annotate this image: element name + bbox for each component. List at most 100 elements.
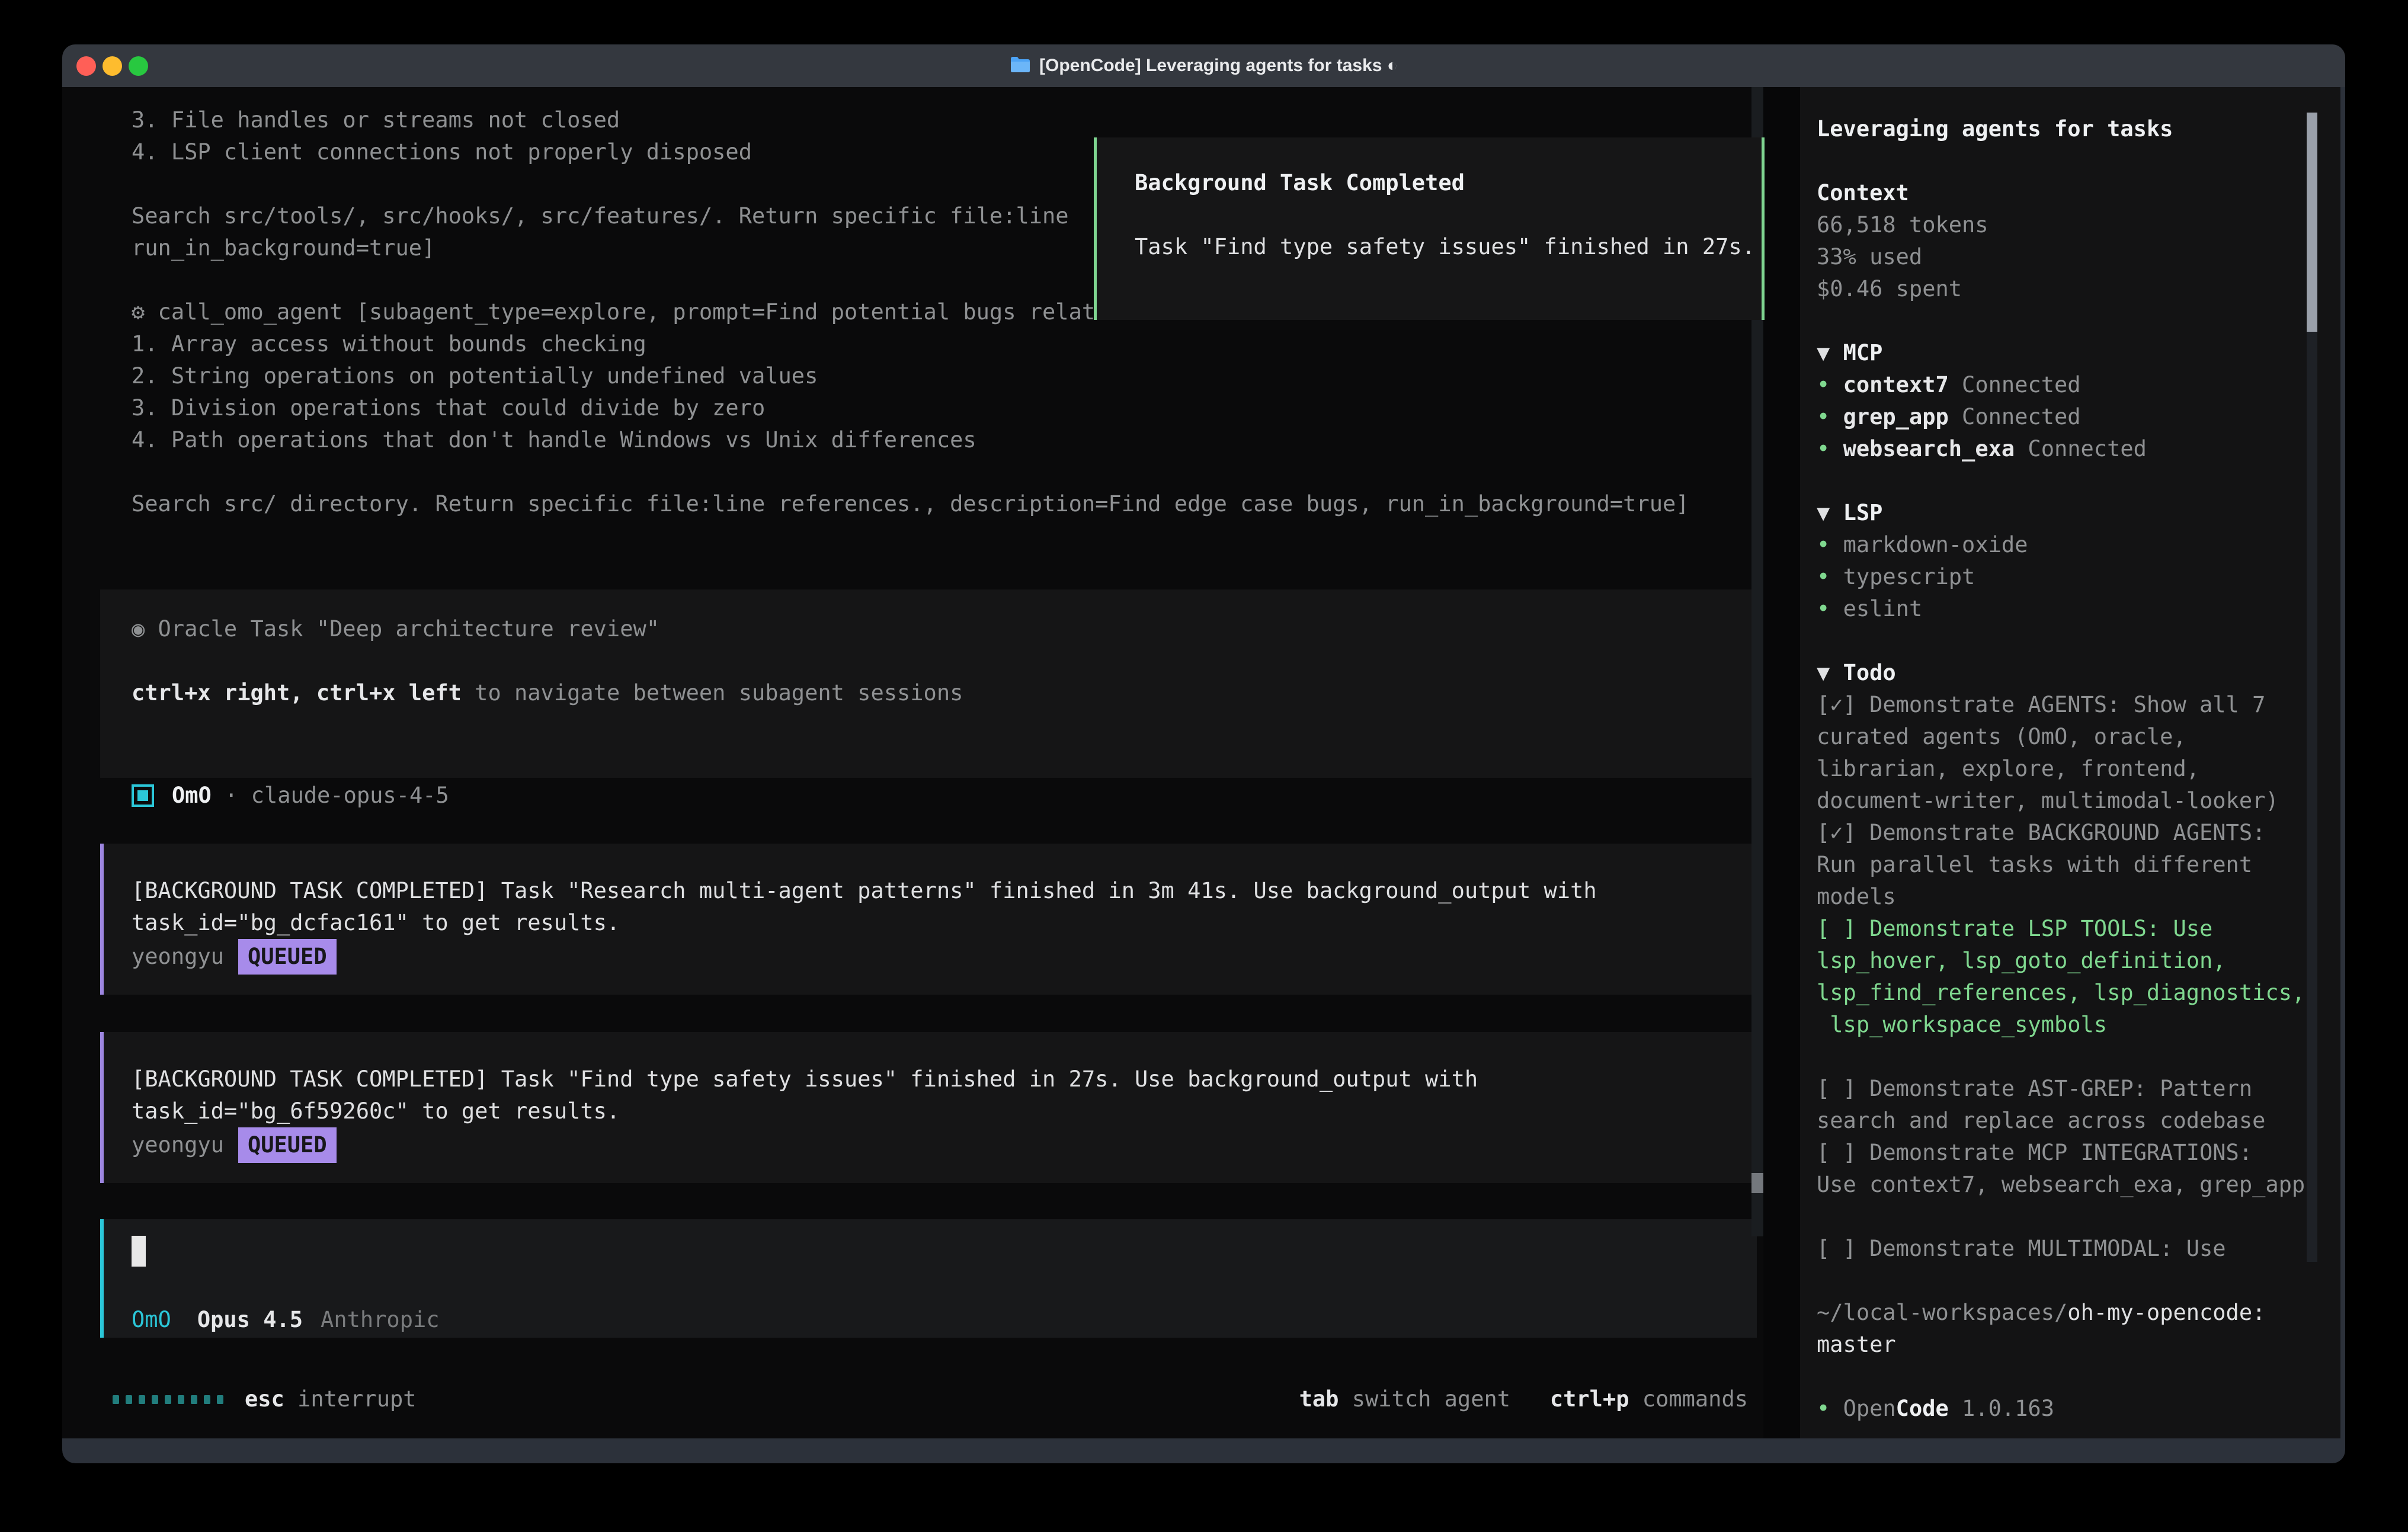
text-segment: task_id="bg_6f59260c" to get results. xyxy=(132,1098,620,1124)
text-line: ctrl+x right, ctrl+x left to navigate be… xyxy=(100,677,1753,709)
text-segment: lsp_hover, lsp_goto_definition, xyxy=(1817,948,2226,973)
chat-main-area[interactable]: 3. File handles or streams not closed 4. … xyxy=(62,87,1763,1438)
minimize-button[interactable] xyxy=(103,56,122,76)
text-line: master xyxy=(1817,1329,2305,1361)
text-segment: Search src/tools/, src/hooks/, src/featu… xyxy=(132,203,1069,229)
activity-dot xyxy=(191,1395,197,1404)
text-segment: • xyxy=(1817,404,1843,430)
text-line xyxy=(1817,145,2305,177)
text-segment: 33% used xyxy=(1817,244,1922,270)
text-line: • typescript xyxy=(1817,561,2305,593)
text-segment: Todo xyxy=(1843,660,1896,685)
text-segment: 4. LSP client connections not properly d… xyxy=(132,139,752,165)
text-line: 66,518 tokens xyxy=(1817,209,2305,241)
text-segment: markdown-oxide xyxy=(1843,532,2028,557)
text-segment: interrupt xyxy=(284,1386,417,1412)
text-segment: grep_app xyxy=(1843,404,1949,430)
input-provider-label: Anthropic xyxy=(321,1307,439,1332)
text-segment: Search src/ directory. Return specific f… xyxy=(132,491,1689,517)
text-segment: • xyxy=(1817,596,1843,621)
text-segment: lsp_workspace_symbols xyxy=(1817,1012,2107,1037)
text-line: Search src/ directory. Return specific f… xyxy=(132,488,1755,520)
text-line xyxy=(1817,305,2305,337)
text-line xyxy=(1817,1265,2305,1297)
input-agent-label: OmO xyxy=(132,1307,171,1332)
text-line xyxy=(132,456,1755,488)
text-line: Run parallel tasks with different xyxy=(1817,849,2305,881)
text-line xyxy=(100,645,1753,677)
opencode-terminal-window: [OpenCode] Leveraging agents for tasks ◐… xyxy=(62,44,2345,1463)
text-line: 1. Array access without bounds checking xyxy=(132,328,1755,360)
text-segment: • xyxy=(1817,532,1843,557)
window-title: [OpenCode] Leveraging agents for tasks ◐ xyxy=(1039,56,1398,76)
sidebar-scrollbar-thumb[interactable] xyxy=(2307,113,2317,332)
text-segment: ~/local-workspaces/ xyxy=(1817,1300,2067,1325)
text-segment: Use context7, websearch_exa, grep_app xyxy=(1817,1172,2305,1197)
text-segment: esc xyxy=(245,1386,284,1412)
text-segment: [✓] Demonstrate BACKGROUND AGENTS: xyxy=(1817,820,2265,845)
text-line: • OpenCode 1.0.163 xyxy=(1817,1393,2305,1425)
text-segment: models xyxy=(1817,884,1896,909)
text-line: • markdown-oxide xyxy=(1817,529,2305,561)
text-segment: [ ] Demonstrate MCP INTEGRATIONS: xyxy=(1817,1140,2252,1165)
text-cursor xyxy=(132,1236,146,1267)
text-segment: ▼ xyxy=(1817,340,1843,366)
text-segment: document-writer, multimodal-looker) xyxy=(1817,788,2279,813)
close-button[interactable] xyxy=(76,56,96,76)
text-segment: • xyxy=(1817,372,1843,398)
background-task-toast[interactable]: Background Task Completed Task "Find typ… xyxy=(1094,137,1765,320)
agent-separator xyxy=(212,783,225,808)
text-line: yeongyuQUEUED xyxy=(104,939,1757,971)
text-segment: • xyxy=(1817,1396,1843,1421)
activity-dot xyxy=(217,1395,223,1404)
text-line: document-writer, multimodal-looker) xyxy=(1817,785,2305,817)
text-line: ~/local-workspaces/oh-my-opencode: xyxy=(1817,1297,2305,1329)
text-segment: $0.46 spent xyxy=(1817,276,1962,302)
window-bottom-edge xyxy=(62,1438,2345,1463)
text-line: models xyxy=(1817,881,2305,913)
text-line xyxy=(1817,465,2305,497)
text-segment: [ ] Demonstrate LSP TOOLS: Use xyxy=(1817,916,2212,941)
text-line: 4. Path operations that don't handle Win… xyxy=(132,424,1755,456)
sidebar-scrollbar-track[interactable] xyxy=(2307,113,2317,1262)
text-segment: search and replace across codebase xyxy=(1817,1108,2265,1133)
text-line: ▼ LSP xyxy=(1817,497,2305,529)
text-segment: 3. File handles or streams not closed xyxy=(132,107,620,133)
text-line: [✓] Demonstrate AGENTS: Show all 7 xyxy=(1817,689,2305,721)
session-sidebar[interactable]: Leveraging agents for tasksContext66,518… xyxy=(1800,87,2340,1438)
agent-name: OmO xyxy=(172,783,212,808)
statusbar-left-hints: esc interrupt xyxy=(245,1380,417,1418)
text-segment: to navigate between subagent sessions xyxy=(462,680,963,706)
text-segment: ▼ xyxy=(1817,500,1843,525)
text-segment: MCP xyxy=(1843,340,1883,366)
text-segment: [BACKGROUND TASK COMPLETED] Task "Resear… xyxy=(132,878,1597,903)
text-line: task_id="bg_dcfac161" to get results. xyxy=(104,907,1757,939)
text-line: search and replace across codebase xyxy=(1817,1105,2305,1137)
titlebar: [OpenCode] Leveraging agents for tasks ◐ xyxy=(62,44,2345,87)
window-title-group: [OpenCode] Leveraging agents for tasks ◐ xyxy=(1010,56,1398,76)
screen: [OpenCode] Leveraging agents for tasks ◐… xyxy=(0,0,2408,1532)
toast-title: Background Task Completed xyxy=(1135,170,1465,195)
text-segment: context7 xyxy=(1843,372,1949,398)
text-line: [BACKGROUND TASK COMPLETED] Task "Find t… xyxy=(104,1063,1757,1095)
text-line: $0.46 spent xyxy=(1817,273,2305,305)
zoom-button[interactable] xyxy=(129,56,148,76)
text-segment: Leveraging agents for tasks xyxy=(1817,116,2173,142)
agent-sep-dot: · xyxy=(225,783,238,808)
agent-checkbox-icon xyxy=(132,784,154,807)
text-line: Use context7, websearch_exa, grep_app xyxy=(1817,1169,2305,1201)
main-scrollbar-thumb[interactable] xyxy=(1751,1173,1763,1193)
text-segment: task_id="bg_dcfac161" to get results. xyxy=(132,910,620,935)
text-line: [ ] Demonstrate AST-GREP: Pattern xyxy=(1817,1073,2305,1105)
activity-dot xyxy=(152,1395,158,1404)
prompt-input[interactable]: OmOOpus 4.5Anthropic xyxy=(100,1219,1757,1338)
traffic-lights xyxy=(76,44,148,87)
text-segment: oh-my-opencode: xyxy=(2067,1300,2265,1325)
text-segment: lsp_find_references, lsp_diagnostics, xyxy=(1817,980,2305,1005)
text-segment: 2. String operations on potentially unde… xyxy=(132,363,818,389)
text-segment: 3. Division operations that could divide… xyxy=(132,395,765,421)
status-badge: QUEUED xyxy=(238,1127,337,1163)
text-segment: websearch_exa xyxy=(1843,436,2015,461)
text-line: lsp_hover, lsp_goto_definition, xyxy=(1817,945,2305,977)
text-segment: • xyxy=(1817,564,1843,589)
